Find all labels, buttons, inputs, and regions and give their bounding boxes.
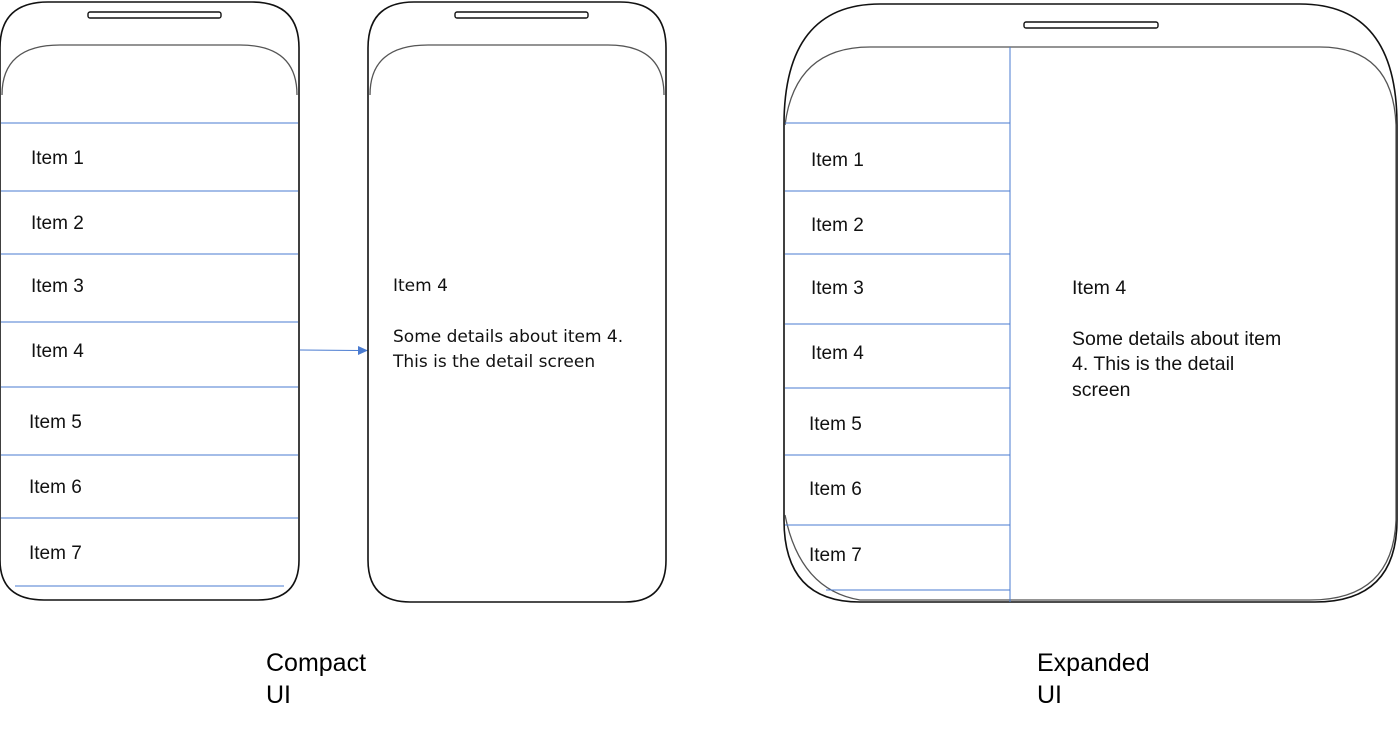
detail-title: Item 4 [1072,277,1126,299]
list-item-selected[interactable]: Item 4 [31,341,84,362]
tablet-frame [783,3,1398,603]
detail-body-line: screen [1072,379,1131,401]
phone-screen [1,44,298,96]
phone-screen [369,44,665,96]
detail-body-line: 4. This is the detail [1072,353,1234,375]
detail-body-line: Some details about item 4. [393,327,623,347]
speaker-grille [454,11,589,19]
arrow-head [358,346,368,355]
diagram-canvas: Item 1 Item 2 Item 3 Item 4 Item 5 Item … [0,1,1398,709]
list-item-selected[interactable]: Item 4 [811,343,864,364]
expanded-tablet: Item 1 Item 2 Item 3 Item 4 Item 5 Item … [783,3,1398,603]
list-item[interactable]: Item 5 [29,412,82,433]
list-item[interactable]: Item 3 [31,276,84,297]
phone-frame [367,1,667,603]
compact-detail-phone: Item 4 Some details about item 4. This i… [367,1,667,603]
compact-list-phone: Item 1 Item 2 Item 3 Item 4 Item 5 Item … [0,1,300,601]
list-item[interactable]: Item 1 [811,150,864,171]
list-item[interactable]: Item 6 [29,477,82,498]
list-item[interactable]: Item 7 [809,545,862,566]
speaker-grille [87,11,222,19]
list-item[interactable]: Item 2 [811,215,864,236]
navigation-arrow [299,346,368,355]
expanded-caption: Expanded [1037,649,1150,677]
list-item[interactable]: Item 5 [809,414,862,435]
compact-caption: UI [266,681,291,709]
detail-body-line: Some details about item [1072,328,1281,350]
list-item[interactable]: Item 1 [31,148,84,169]
phone-frame [0,1,300,601]
compact-caption: Compact [266,649,366,677]
list-item[interactable]: Item 7 [29,543,82,564]
detail-body-line: This is the detail screen [392,352,595,372]
arrow-line [299,349,361,351]
list-item[interactable]: Item 6 [809,479,862,500]
list-item[interactable]: Item 2 [31,213,84,234]
expanded-caption: UI [1037,681,1062,709]
speaker-grille [1023,21,1159,29]
detail-title: Item 4 [393,276,448,296]
list-item[interactable]: Item 3 [811,278,864,299]
